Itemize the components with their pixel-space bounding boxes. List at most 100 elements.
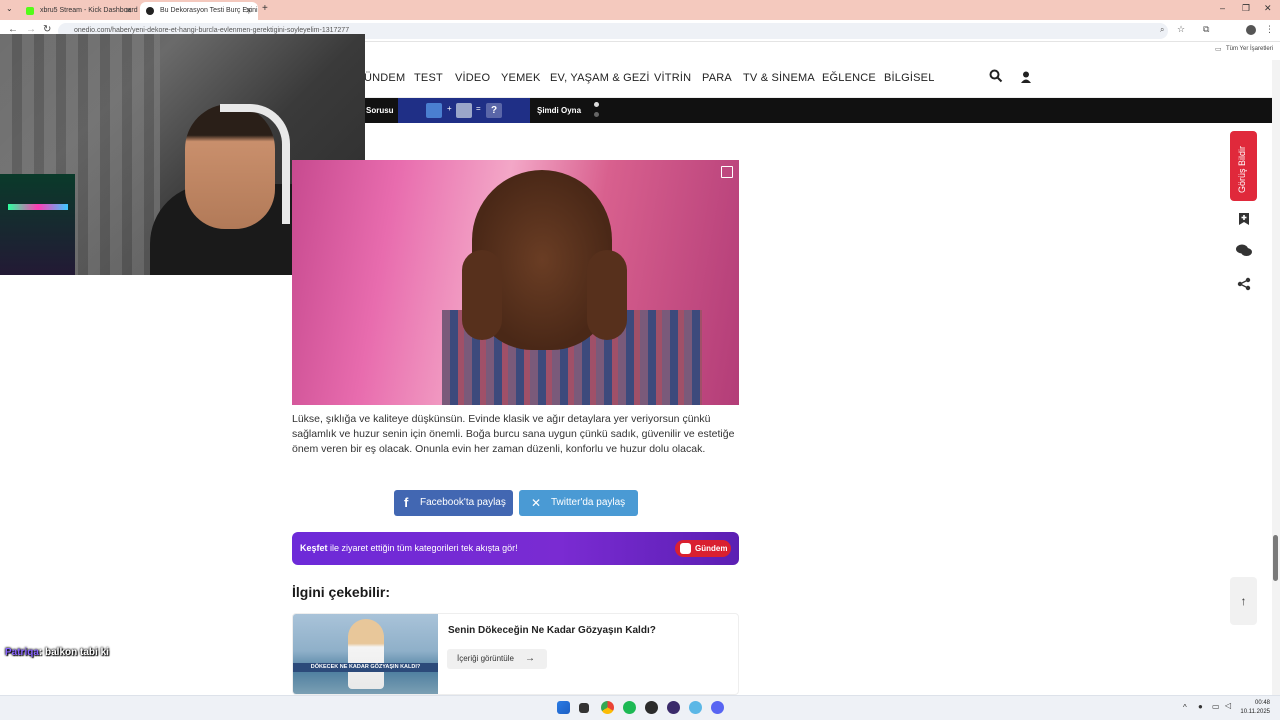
new-tab-button[interactable]: + bbox=[262, 3, 268, 14]
nav-item-yemek[interactable]: YEMEK bbox=[501, 72, 541, 84]
close-tab-icon[interactable]: ✕ bbox=[245, 2, 252, 20]
headset bbox=[220, 104, 290, 224]
minimize-icon[interactable]: – bbox=[1220, 3, 1225, 13]
rgb-light-strip bbox=[8, 204, 68, 210]
nav-item-bilgisel[interactable]: BİLGİSEL bbox=[884, 72, 935, 84]
taskbar-clock[interactable]: 00:48 10.11.2025 bbox=[1240, 699, 1270, 717]
back-to-top-button[interactable]: ↑ bbox=[1230, 577, 1257, 625]
quiz-equals: = bbox=[476, 104, 481, 113]
network-icon[interactable]: ▭ bbox=[1212, 702, 1220, 711]
folder-icon: ▭ bbox=[1215, 46, 1222, 53]
play-now-link[interactable]: Şimdi Oyna bbox=[537, 106, 581, 115]
nav-item-video[interactable]: VİDEO bbox=[455, 72, 490, 84]
clock-date: 10.11.2025 bbox=[1240, 709, 1270, 715]
kick-favicon-icon bbox=[26, 7, 34, 15]
windows-taskbar: ^ ● ▭ ◁ 00:48 10.11.2025 bbox=[0, 695, 1280, 720]
article-gif bbox=[292, 160, 739, 405]
obs-icon[interactable] bbox=[667, 701, 680, 714]
share-icon[interactable] bbox=[1236, 277, 1252, 293]
feedback-label: Görüş Bildir bbox=[1237, 145, 1247, 193]
search-icon[interactable] bbox=[989, 69, 1003, 88]
tray-chevron-icon[interactable]: ^ bbox=[1183, 703, 1187, 712]
bookmark-star-icon[interactable]: ☆ bbox=[1177, 24, 1185, 35]
facebook-icon: f bbox=[404, 495, 409, 510]
article-body-text: Lüksе, şıklığa ve kaliteye düşkünsün. Ev… bbox=[292, 413, 735, 455]
carousel-dots-icon[interactable] bbox=[594, 102, 599, 107]
bookmark-add-icon[interactable] bbox=[1236, 212, 1252, 228]
quiz-plus: + bbox=[447, 104, 452, 113]
chat-username: Patriqa bbox=[5, 647, 39, 658]
discord-icon[interactable] bbox=[711, 701, 724, 714]
app-icon[interactable] bbox=[689, 701, 702, 714]
app-icon[interactable] bbox=[645, 701, 658, 714]
quiz-tile-icon bbox=[426, 103, 442, 118]
share-twitter-button[interactable]: ✕ Twitter'da paylaş bbox=[519, 490, 638, 516]
chrome-icon[interactable] bbox=[601, 701, 614, 714]
zoom-icon[interactable]: ⌕ bbox=[1160, 25, 1164, 35]
tab-onedio-article[interactable]: Bu Dekorasyon Testi Burç Eşini ✕ bbox=[140, 2, 258, 20]
extensions-icon[interactable]: ⧉ bbox=[1203, 24, 1209, 35]
tab-search-icon[interactable]: ⌄ bbox=[6, 4, 13, 13]
nav-item-tv-sinema[interactable]: TV & SİNEMA bbox=[743, 72, 815, 84]
fullscreen-icon[interactable] bbox=[721, 166, 733, 178]
nav-item-eglence[interactable]: EĞLENCE bbox=[822, 72, 876, 84]
onedio-favicon-icon bbox=[146, 7, 154, 15]
nav-item-test[interactable]: TEST bbox=[414, 72, 443, 84]
tab-title: xbru5 Stream - Kick Dashboard bbox=[40, 7, 138, 14]
restore-icon[interactable]: ❐ bbox=[1242, 3, 1250, 14]
browser-tab-bar: ⌄ xbru5 Stream - Kick Dashboard ✕ Bu Dek… bbox=[0, 0, 1280, 20]
promo-left-label: Sorusu bbox=[366, 106, 394, 115]
spotify-icon[interactable] bbox=[623, 701, 636, 714]
task-view-icon[interactable] bbox=[579, 703, 589, 713]
windows-start-icon[interactable] bbox=[557, 701, 570, 714]
thumb-caption: DÖKECEK NE KADAR GÖZYAŞIN KALDI? bbox=[293, 663, 438, 672]
volume-icon[interactable]: ◁ bbox=[1225, 701, 1231, 710]
all-bookmarks-link[interactable]: Tüm Yer İşaretleri bbox=[1226, 46, 1273, 52]
nav-item-ev-yasam-gezi[interactable]: EV, YAŞAM & GEZİ bbox=[550, 72, 650, 84]
stream-chat-message: Patriqa: balkon tabi ki bbox=[5, 647, 109, 658]
view-content-button[interactable]: İçeriği görüntüle → bbox=[447, 649, 547, 669]
chat-text: : balkon tabi ki bbox=[38, 647, 109, 658]
menu-icon[interactable]: ⋮ bbox=[1265, 24, 1274, 35]
clock-time: 00:48 bbox=[1254, 700, 1270, 706]
tab-title: Bu Dekorasyon Testi Burç Eşini bbox=[160, 7, 258, 14]
nav-item-vitrin[interactable]: VİTRİN bbox=[654, 72, 691, 84]
share-twitter-label: Twitter'da paylaş bbox=[551, 497, 626, 508]
arrow-up-icon: ↑ bbox=[1240, 594, 1247, 608]
nav-item-gundem[interactable]: ÜNDEM bbox=[364, 72, 405, 84]
quiz-question: ? bbox=[486, 103, 502, 118]
related-card-title[interactable]: Senin Dökeceğin Ne Kadar Gözyaşın Kaldı? bbox=[448, 625, 656, 636]
nav-item-para[interactable]: PARA bbox=[702, 72, 732, 84]
tab-kick-dashboard[interactable]: xbru5 Stream - Kick Dashboard ✕ bbox=[20, 2, 138, 20]
quiz-banner[interactable]: + = ? bbox=[398, 98, 530, 123]
kesfet-text: ile ziyaret ettiğin tüm kategorileri tek… bbox=[327, 543, 518, 553]
page-scrollbar[interactable] bbox=[1272, 60, 1280, 695]
related-thumbnail[interactable]: DÖKECEK NE KADAR GÖZYAŞIN KALDI? bbox=[293, 614, 438, 694]
gif-person-hand bbox=[587, 250, 627, 340]
related-card[interactable]: DÖKECEK NE KADAR GÖZYAŞIN KALDI? Senin D… bbox=[292, 613, 739, 695]
gundem-logo-icon bbox=[680, 543, 691, 554]
view-content-label: İçeriği görüntüle bbox=[457, 654, 514, 663]
feedback-button[interactable]: Görüş Bildir bbox=[1230, 131, 1257, 201]
mic-icon[interactable]: ● bbox=[1198, 702, 1203, 711]
gif-person-hand bbox=[462, 250, 502, 340]
carousel-dots-icon[interactable] bbox=[594, 112, 599, 117]
gundem-button[interactable]: Gündem bbox=[675, 540, 731, 557]
close-window-icon[interactable]: ✕ bbox=[1264, 3, 1272, 14]
close-tab-icon[interactable]: ✕ bbox=[125, 2, 132, 20]
profile-avatar[interactable] bbox=[1246, 25, 1256, 35]
rgb-light bbox=[0, 174, 75, 275]
kesfet-bold: Keşfet bbox=[300, 543, 328, 553]
comments-icon[interactable] bbox=[1236, 244, 1252, 260]
arrow-right-icon: → bbox=[525, 653, 535, 664]
gundem-label: Gündem bbox=[695, 544, 728, 553]
x-twitter-icon: ✕ bbox=[531, 496, 542, 510]
user-icon[interactable] bbox=[1020, 70, 1032, 88]
related-heading: İlgini çekebilir: bbox=[292, 584, 391, 600]
scrollbar-thumb[interactable] bbox=[1273, 535, 1278, 581]
thumb-person bbox=[348, 619, 384, 689]
share-facebook-button[interactable]: f Facebook'ta paylaş bbox=[394, 490, 513, 516]
share-facebook-label: Facebook'ta paylaş bbox=[420, 497, 506, 508]
quiz-tile-icon bbox=[456, 103, 472, 118]
kesfet-banner[interactable]: Keşfet ile ziyaret ettiğin tüm kategoril… bbox=[292, 532, 739, 565]
